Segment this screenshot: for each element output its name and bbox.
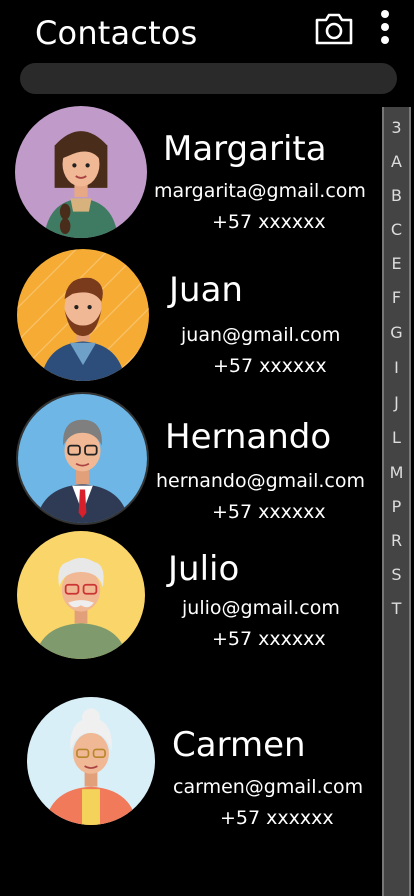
avatar: [17, 531, 145, 659]
index-letter[interactable]: A: [384, 152, 409, 171]
more-vertical-icon[interactable]: [378, 8, 392, 48]
index-letter[interactable]: B: [384, 186, 409, 205]
contact-name: Carmen: [172, 725, 306, 765]
index-letter[interactable]: E: [384, 254, 409, 273]
page-title: Contactos: [35, 14, 198, 52]
index-letter[interactable]: J: [384, 393, 409, 412]
index-letter[interactable]: I: [384, 358, 409, 377]
avatar: [27, 697, 155, 825]
camera-icon[interactable]: [314, 12, 354, 46]
contact-name: Hernando: [165, 417, 332, 457]
contact-name: Julio: [168, 549, 240, 589]
contact-phone: +57 xxxxxx: [213, 355, 327, 377]
contact-phone: +57 xxxxxx: [220, 807, 334, 829]
index-letter[interactable]: M: [384, 463, 409, 482]
avatar: [16, 392, 149, 525]
index-letter[interactable]: R: [384, 531, 409, 550]
contact-phone: +57 xxxxxx: [212, 501, 326, 523]
contact-email: carmen@gmail.com: [173, 776, 364, 798]
contact-email: julio@gmail.com: [182, 597, 340, 619]
contact-name: Margarita: [163, 129, 327, 169]
contact-email: hernando@gmail.com: [156, 470, 366, 492]
search-input[interactable]: [20, 63, 397, 94]
index-letter[interactable]: L: [384, 428, 409, 447]
index-letter[interactable]: S: [384, 565, 409, 584]
contact-email: juan@gmail.com: [181, 324, 341, 346]
index-letter[interactable]: F: [384, 288, 409, 307]
index-letter[interactable]: P: [384, 497, 409, 516]
contact-email: margarita@gmail.com: [154, 180, 366, 202]
index-letter[interactable]: 3: [384, 118, 409, 137]
contact-phone: +57 xxxxxx: [212, 628, 326, 650]
contact-phone: +57 xxxxxx: [212, 211, 326, 233]
index-letter[interactable]: T: [384, 599, 409, 618]
contact-name: Juan: [169, 270, 243, 310]
index-letter[interactable]: C: [384, 220, 409, 239]
alphabet-index-bar[interactable]: 3 A B C E F G I J L M P R S T: [382, 107, 411, 896]
avatar: [17, 249, 149, 381]
avatar: [15, 106, 147, 238]
index-letter[interactable]: G: [384, 323, 409, 342]
